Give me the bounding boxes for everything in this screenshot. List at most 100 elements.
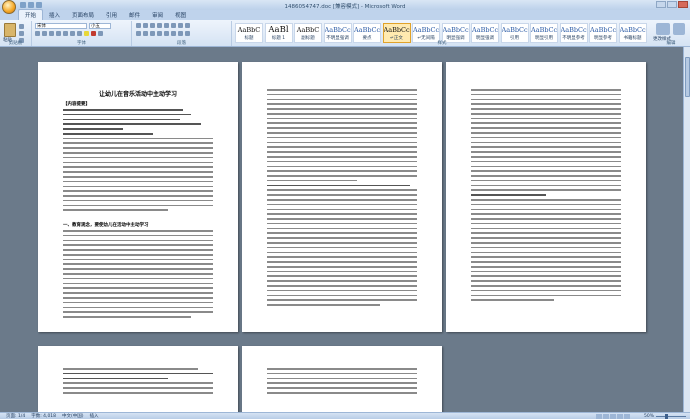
bold-icon[interactable]	[35, 31, 40, 36]
chinese-layout-icon[interactable]	[171, 23, 176, 28]
style-sample: AaBbCcDi	[590, 26, 616, 34]
tab-references[interactable]: 引用	[100, 10, 123, 20]
tab-review[interactable]: 审阅	[146, 10, 169, 20]
paste-icon[interactable]	[4, 23, 16, 37]
insert-mode[interactable]: 插入	[90, 413, 99, 419]
font-format-buttons	[35, 31, 103, 36]
outline-icon[interactable]	[617, 414, 623, 419]
sort-icon[interactable]	[178, 23, 183, 28]
page-4[interactable]	[38, 346, 238, 412]
italic-icon[interactable]	[42, 31, 47, 36]
style-sample: AaBbCcDi	[472, 26, 498, 34]
ribbon: 粘贴 剪贴板 宋体 小五 字体 段落 AaBbC 标题 AaBl 标题 1 Aa…	[0, 20, 690, 47]
shading-icon[interactable]	[178, 31, 183, 36]
close-button[interactable]	[678, 1, 688, 8]
page-2[interactable]	[242, 62, 442, 332]
font-group: 宋体 小五 字体	[32, 21, 132, 46]
strikethrough-icon[interactable]	[56, 31, 61, 36]
align-right-icon[interactable]	[150, 31, 155, 36]
document-title: 让幼儿在音乐活动中主动学习	[98, 91, 177, 98]
align-left-icon[interactable]	[136, 31, 141, 36]
paragraph-group: 段落	[132, 21, 232, 46]
decrease-indent-icon[interactable]	[157, 23, 162, 28]
font-name-combobox[interactable]: 宋体	[35, 23, 87, 29]
tab-insert[interactable]: 插入	[43, 10, 66, 20]
style-sample: AaBbC	[296, 26, 320, 34]
style-sample: AaBbCcDi	[442, 26, 469, 34]
line-spacing-icon[interactable]	[171, 31, 176, 36]
scrollbar-thumb[interactable]	[685, 57, 690, 97]
page-3-text-a	[471, 89, 621, 304]
page-1[interactable]: 让幼儿在音乐活动中主动学习 【内容提要】 一、教育观念，要使幼儿在活动中主动学习	[38, 62, 238, 332]
zoom-slider-knob[interactable]	[665, 414, 668, 419]
borders-icon[interactable]	[185, 31, 190, 36]
tab-view[interactable]: 视图	[169, 10, 192, 20]
char-border-icon[interactable]	[98, 31, 103, 36]
font-color-icon[interactable]	[91, 31, 96, 36]
change-case-icon[interactable]	[77, 31, 82, 36]
multilevel-list-icon[interactable]	[150, 23, 155, 28]
minimize-button[interactable]	[656, 1, 666, 8]
zoom-level[interactable]: 50%	[644, 414, 654, 419]
vertical-scrollbar[interactable]	[683, 47, 690, 412]
increase-indent-icon[interactable]	[164, 23, 169, 28]
language-indicator[interactable]: 中文(中国)	[62, 413, 84, 419]
page-1-text-b	[63, 230, 213, 321]
style-sample: AaBbCcDi	[413, 26, 439, 34]
style-sample: AaBbCcDi	[324, 26, 351, 34]
title-bar: 1486054747.doc [兼容模式] - Microsoft Word	[0, 0, 690, 14]
style-sample: AaBbCcDi	[531, 26, 557, 34]
zoom-slider[interactable]	[656, 414, 686, 419]
page-1-text-a	[63, 109, 213, 214]
web-layout-icon[interactable]	[610, 414, 616, 419]
zoom-control: 50%	[644, 414, 686, 419]
window-controls	[656, 1, 688, 8]
find-icon[interactable]	[673, 23, 685, 35]
word-count[interactable]: 字数: 4,018	[31, 413, 56, 419]
full-screen-reading-icon[interactable]	[603, 414, 609, 419]
section-heading-summary: 【内容提要】	[63, 102, 90, 107]
style-sample: AaBbCcDi	[354, 26, 380, 34]
subscript-icon[interactable]	[63, 31, 68, 36]
underline-icon[interactable]	[49, 31, 54, 36]
style-sample: AaBbC	[237, 26, 261, 34]
cut-icon[interactable]	[19, 24, 24, 29]
office-button[interactable]	[2, 0, 16, 14]
window-title: 1486054747.doc [兼容模式] - Microsoft Word	[284, 4, 406, 10]
draft-icon[interactable]	[624, 414, 630, 419]
clipboard-group: 粘贴 剪贴板	[0, 21, 32, 46]
group-label-styles: 样式	[437, 41, 447, 46]
page-count[interactable]: 页面: 1/4	[6, 413, 25, 419]
superscript-icon[interactable]	[70, 31, 75, 36]
bullets-icon[interactable]	[136, 23, 141, 28]
status-bar: 页面: 1/4 字数: 4,018 中文(中国) 插入 50%	[0, 412, 690, 419]
align-center-icon[interactable]	[143, 31, 148, 36]
tab-page-layout[interactable]: 页面布局	[66, 10, 100, 20]
page-5[interactable]	[242, 346, 442, 412]
tab-mailings[interactable]: 邮件	[123, 10, 146, 20]
editing-group: 更改样式 编辑	[652, 21, 690, 46]
page-2-text-a	[267, 89, 417, 309]
highlight-icon[interactable]	[84, 31, 89, 36]
ribbon-tabs: 开始 插入 页面布局 引用 邮件 审阅 视图	[0, 9, 690, 20]
change-styles-icon[interactable]	[656, 23, 670, 35]
paragraph-buttons-row1	[136, 23, 190, 28]
document-area[interactable]: 让幼儿在音乐活动中主动学习 【内容提要】 一、教育观念，要使幼儿在活动中主动学习	[0, 47, 683, 412]
tab-home[interactable]: 开始	[18, 9, 44, 20]
copy-icon[interactable]	[19, 31, 24, 36]
page-3[interactable]	[446, 62, 646, 332]
paragraph-buttons-row2	[136, 31, 190, 36]
maximize-button[interactable]	[667, 1, 677, 8]
group-label-font: 字体	[77, 41, 86, 46]
show-marks-icon[interactable]	[185, 23, 190, 28]
distributed-icon[interactable]	[164, 31, 169, 36]
page-5-text-a	[267, 368, 417, 397]
justify-icon[interactable]	[157, 31, 162, 36]
style-sample: AaBbCcDd	[383, 26, 410, 34]
view-buttons	[596, 414, 630, 419]
font-size-combobox[interactable]: 小五	[89, 23, 111, 29]
section-heading-1: 一、教育观念，要使幼儿在活动中主动学习	[63, 223, 149, 228]
numbering-icon[interactable]	[143, 23, 148, 28]
print-layout-icon[interactable]	[596, 414, 602, 419]
group-label-clipboard: 剪贴板	[8, 41, 23, 46]
